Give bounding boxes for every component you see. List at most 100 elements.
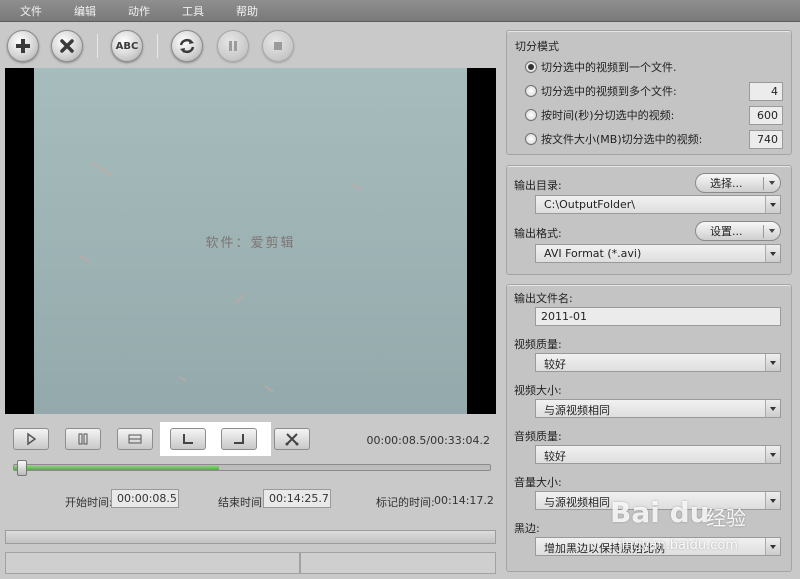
chevron-down-icon[interactable] <box>765 446 780 463</box>
audio-quality-value: 较好 <box>544 450 566 463</box>
menu-help[interactable]: 帮助 <box>236 3 258 19</box>
rename-button[interactable]: ABC <box>111 30 143 62</box>
marked-time-label: 标记的时间: <box>376 496 435 509</box>
radio[interactable] <box>525 133 537 145</box>
pause-playback-button[interactable] <box>65 428 101 450</box>
split-option-by-size[interactable]: 按文件大小(MB)切分选中的视频: <box>525 130 702 148</box>
video-quality-label: 视频质量: <box>514 338 562 351</box>
split-mode-panel: 切分模式 切分选中的视频到一个文件. 切分选中的视频到多个文件: 4 按时间(秒… <box>506 30 792 155</box>
play-button[interactable] <box>13 428 49 450</box>
multi-file-count-field[interactable]: 4 <box>749 82 783 101</box>
split-option-label: 按文件大小(MB)切分选中的视频: <box>541 133 703 146</box>
black-border-select[interactable]: 增加黑边以保持原始比例 <box>535 537 781 556</box>
add-icon <box>16 39 30 53</box>
split-option-label: 按时间(秒)分切选中的视频: <box>541 109 675 122</box>
timeline-progress <box>14 465 219 470</box>
radio-selected[interactable] <box>525 61 537 73</box>
stop-button[interactable] <box>262 30 294 62</box>
bracket-start-icon <box>183 434 193 444</box>
timeline-slider[interactable] <box>13 464 491 471</box>
video-size-select[interactable]: 与源视频相同 <box>535 399 781 418</box>
bracket-end-icon <box>234 434 244 444</box>
pause-button[interactable] <box>217 30 249 62</box>
video-caption: 软件：爱剪辑 <box>205 236 296 251</box>
split-mode-title: 切分模式 <box>515 40 559 53</box>
output-format-select[interactable]: AVI Format (*.avi) <box>535 244 781 263</box>
video-quality-select[interactable]: 较好 <box>535 353 781 372</box>
stop-playback-button[interactable] <box>117 428 153 450</box>
menu-tools[interactable]: 工具 <box>182 3 204 19</box>
output-panel: 输出目录: 选择... C:\OutputFolder\ 输出格式: 设置...… <box>506 165 792 275</box>
volume-select[interactable]: 与源视频相同 <box>535 491 781 510</box>
split-option-multi-file[interactable]: 切分选中的视频到多个文件: <box>525 82 677 100</box>
volume-value: 与源视频相同 <box>544 496 610 509</box>
status-cell-left <box>5 552 300 574</box>
output-dir-value: C:\OutputFolder\ <box>544 198 636 211</box>
split-seconds-field[interactable]: 600 <box>749 106 783 125</box>
progress-bar <box>5 530 496 544</box>
timecode: 00:00:08.5/00:33:04.2 <box>366 434 490 447</box>
end-time-field[interactable]: 00:14:25.7 <box>263 489 331 508</box>
chevron-down-icon[interactable] <box>765 538 780 555</box>
play-icon <box>27 432 37 446</box>
choose-folder-button[interactable]: 选择... <box>695 173 781 193</box>
start-time-label: 开始时间: <box>65 496 113 509</box>
clear-mark-button[interactable] <box>274 428 310 450</box>
format-settings-button[interactable]: 设置... <box>695 221 781 241</box>
stop-icon <box>128 434 142 444</box>
output-dir-label: 输出目录: <box>514 179 562 192</box>
chevron-down-icon[interactable] <box>765 400 780 417</box>
audio-quality-select[interactable]: 较好 <box>535 445 781 464</box>
menu-action[interactable]: 动作 <box>128 3 150 19</box>
mark-start-button[interactable] <box>170 428 206 450</box>
status-cell-right <box>300 552 496 574</box>
format-settings-label: 设置... <box>710 225 743 238</box>
add-button[interactable] <box>7 30 39 62</box>
radio[interactable] <box>525 109 537 121</box>
toolbar: ABC <box>0 22 500 68</box>
chevron-down-icon <box>769 229 775 233</box>
video-size-label: 视频大小: <box>514 384 562 397</box>
audio-quality-label: 音频质量: <box>514 430 562 443</box>
parameters-panel: 输出文件名: 2011-01 视频质量: 较好 视频大小: 与源视频相同 音频质… <box>506 284 792 572</box>
video-quality-value: 较好 <box>544 358 566 371</box>
output-filename-label: 输出文件名: <box>514 292 573 305</box>
black-border-value: 增加黑边以保持原始比例 <box>544 542 665 555</box>
volume-label: 音量大小: <box>514 476 562 489</box>
toolbar-separator <box>97 34 98 58</box>
toolbar-separator <box>157 34 158 58</box>
chevron-down-icon[interactable] <box>765 196 780 213</box>
menu-file[interactable]: 文件 <box>20 3 42 19</box>
black-border-label: 黑边: <box>514 522 540 535</box>
menu-edit[interactable]: 编辑 <box>74 3 96 19</box>
remove-button[interactable] <box>51 30 83 62</box>
split-option-label: 切分选中的视频到一个文件. <box>541 61 677 74</box>
scissors-icon <box>285 433 299 446</box>
chevron-down-icon[interactable] <box>765 492 780 509</box>
choose-folder-label: 选择... <box>710 177 743 190</box>
split-size-field[interactable]: 740 <box>749 130 783 149</box>
stop-icon <box>274 42 282 50</box>
playback-controls: 00:00:08.5/00:33:04.2 开始时间: 00:00:08.5 结… <box>5 420 496 530</box>
pause-icon <box>229 41 237 51</box>
output-filename-field[interactable]: 2011-01 <box>535 307 781 326</box>
chevron-down-icon[interactable] <box>765 245 780 262</box>
split-option-one-file[interactable]: 切分选中的视频到一个文件. <box>525 58 677 76</box>
split-option-by-time[interactable]: 按时间(秒)分切选中的视频: <box>525 106 674 124</box>
chevron-down-icon <box>769 181 775 185</box>
video-size-value: 与源视频相同 <box>544 404 610 417</box>
chevron-down-icon[interactable] <box>765 354 780 371</box>
convert-button[interactable] <box>171 30 203 62</box>
start-time-field[interactable]: 00:00:08.5 <box>111 489 179 508</box>
convert-icon <box>179 38 195 54</box>
output-dir-select[interactable]: C:\OutputFolder\ <box>535 195 781 214</box>
end-time-label: 结束时间: <box>218 496 266 509</box>
video-preview: 软件：爱剪辑 <box>5 68 496 414</box>
timeline-thumb[interactable] <box>17 460 27 476</box>
radio[interactable] <box>525 85 537 97</box>
menu-bar: 文件 编辑 动作 工具 帮助 <box>0 0 800 22</box>
remove-icon <box>60 39 74 53</box>
split-option-label: 切分选中的视频到多个文件: <box>541 85 677 98</box>
output-format-label: 输出格式: <box>514 227 562 240</box>
mark-end-button[interactable] <box>221 428 257 450</box>
